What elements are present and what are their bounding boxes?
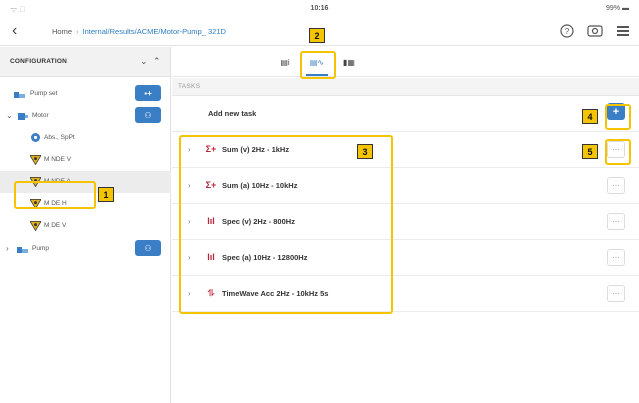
sensor-triangle-icon	[30, 176, 41, 187]
task-label: Sum (v) 2Hz - 1kHz	[222, 145, 290, 154]
tree-item-label: M DE H	[44, 200, 67, 207]
add-task-button[interactable]: +	[607, 103, 625, 120]
breadcrumb-home[interactable]: Home	[52, 27, 72, 36]
chevron-right-icon[interactable]: ›	[188, 217, 191, 226]
tree-item-label: Pump set	[30, 90, 58, 97]
help-icon[interactable]: ?	[559, 23, 575, 39]
chevron-right-icon[interactable]: ›	[6, 244, 9, 253]
task-label: TimeWave Acc 2Hz - 10kHz 5s	[222, 289, 329, 298]
task-more-button[interactable]: ···	[607, 213, 625, 230]
tree-item-pump-set[interactable]: Pump set ▪+	[0, 83, 171, 105]
section-title: TASKS	[178, 83, 201, 90]
callout-badge-4: 4	[582, 109, 598, 124]
task-row[interactable]: › ⥮ TimeWave Acc 2Hz - 10kHz 5s ···	[172, 276, 639, 312]
task-row[interactable]: › Σ+ Sum (v) 2Hz - 1kHz ···	[172, 132, 639, 168]
task-row[interactable]: › lıl Spec (a) 10Hz - 12800Hz ···	[172, 240, 639, 276]
machine-set-icon	[14, 88, 25, 99]
tree-item-m-de-v[interactable]: M DE V	[0, 215, 171, 237]
tree-item-m-de-h[interactable]: M DE H	[0, 193, 171, 215]
tree-item-label: Abs., SpPt	[44, 134, 75, 141]
chevron-right-icon[interactable]: ›	[188, 145, 191, 154]
spectrum-icon: lıl	[207, 216, 215, 226]
callout-badge-1: 1	[98, 187, 114, 202]
tree-item-label: M DE V	[44, 222, 67, 229]
nav-actions: ?	[559, 23, 631, 39]
task-more-button[interactable]: ···	[607, 285, 625, 302]
camera-sensor-icon[interactable]	[587, 23, 603, 39]
tab-info[interactable]: ▤i	[276, 55, 294, 69]
back-icon[interactable]: ‹	[12, 22, 17, 40]
tab-tasks[interactable]: ▤∿	[308, 55, 326, 69]
tree-item-pump[interactable]: › Pump ⚇	[0, 238, 171, 260]
battery-indicator: 99% ▬	[606, 5, 629, 12]
breadcrumb-path[interactable]: Internal/Results/ACME/Motor-Pump_ 321D	[83, 27, 226, 36]
add-machine-button[interactable]: ▪+	[135, 85, 161, 101]
tree-item-label: M NDE V	[44, 156, 72, 163]
task-label: Spec (a) 10Hz - 12800Hz	[222, 253, 308, 262]
expand-all-icon[interactable]: ⌃	[153, 56, 161, 67]
sum-icon: Σ+	[205, 180, 217, 190]
chevron-right-icon[interactable]: ›	[188, 253, 191, 262]
add-task-label: Add new task	[208, 109, 257, 118]
main-panel: ▤i ▤∿ ▮▦ TASKS Add new task + › Σ+ Sum (…	[172, 47, 639, 403]
task-more-button[interactable]: ···	[607, 177, 625, 194]
task-label: Spec (v) 2Hz - 800Hz	[222, 217, 295, 226]
callout-badge-2: 2	[309, 28, 325, 43]
chevron-right-icon[interactable]: ›	[188, 181, 191, 190]
menu-icon[interactable]	[615, 23, 631, 39]
sensor-triangle-icon	[30, 220, 41, 231]
tasks-section-header: TASKS	[172, 78, 639, 96]
speed-probe-icon	[30, 132, 41, 143]
add-task-row[interactable]: Add new task +	[172, 96, 639, 132]
svg-text:?: ?	[565, 27, 570, 36]
tree-item-motor[interactable]: ⌄ Motor ⚇	[0, 105, 171, 127]
tree-item-m-nde-a[interactable]: M NDE A	[0, 171, 171, 193]
sensor-triangle-icon	[30, 154, 41, 165]
motor-icon	[17, 110, 28, 121]
sum-icon: Σ+	[205, 144, 217, 154]
tree-item-m-nde-v[interactable]: M NDE V	[0, 149, 171, 171]
status-bar: ᯤ ᪲ 10:16 99% ▬	[0, 0, 639, 18]
chevron-down-icon[interactable]: ⌄	[6, 111, 13, 120]
add-measurement-point-button[interactable]: ⚇	[135, 240, 161, 256]
tree-item-label: Pump	[32, 245, 49, 252]
tab-overview[interactable]: ▮▦	[340, 55, 358, 69]
breadcrumb-separator: ›	[76, 27, 79, 36]
task-row[interactable]: › lıl Spec (v) 2Hz - 800Hz ···	[172, 204, 639, 240]
callout-badge-5: 5	[582, 144, 598, 159]
task-more-button[interactable]: ···	[607, 249, 625, 266]
timewave-icon: ⥮	[207, 287, 215, 298]
active-tab-indicator	[306, 74, 328, 76]
task-row[interactable]: › Σ+ Sum (a) 10Hz - 10kHz ···	[172, 168, 639, 204]
sidebar-header: CONFIGURATION ⌄ ⌃	[0, 47, 170, 77]
configuration-sidebar: CONFIGURATION ⌄ ⌃ Pump set ▪+ ⌄ Motor ⚇ …	[0, 47, 171, 403]
tree-item-abs-sppt[interactable]: Abs., SpPt	[0, 127, 171, 149]
clock: 10:16	[310, 5, 329, 12]
task-label: Sum (a) 10Hz - 10kHz	[222, 181, 298, 190]
spectrum-icon: lıl	[207, 252, 215, 262]
view-tabs: ▤i ▤∿ ▮▦	[172, 47, 639, 77]
tree-item-label: Motor	[32, 112, 49, 119]
tree-item-label: M NDE A	[44, 178, 71, 185]
sensor-triangle-icon	[30, 198, 41, 209]
callout-badge-3: 3	[357, 144, 373, 159]
collapse-all-icon[interactable]: ⌄	[140, 56, 148, 67]
sidebar-title: CONFIGURATION	[10, 58, 68, 65]
breadcrumb: Home › Internal/Results/ACME/Motor-Pump_ 3…	[52, 27, 226, 36]
add-measurement-point-button[interactable]: ⚇	[135, 107, 161, 123]
pump-icon	[17, 243, 28, 254]
chevron-right-icon[interactable]: ›	[188, 289, 191, 298]
task-more-button[interactable]: ···	[607, 141, 625, 158]
